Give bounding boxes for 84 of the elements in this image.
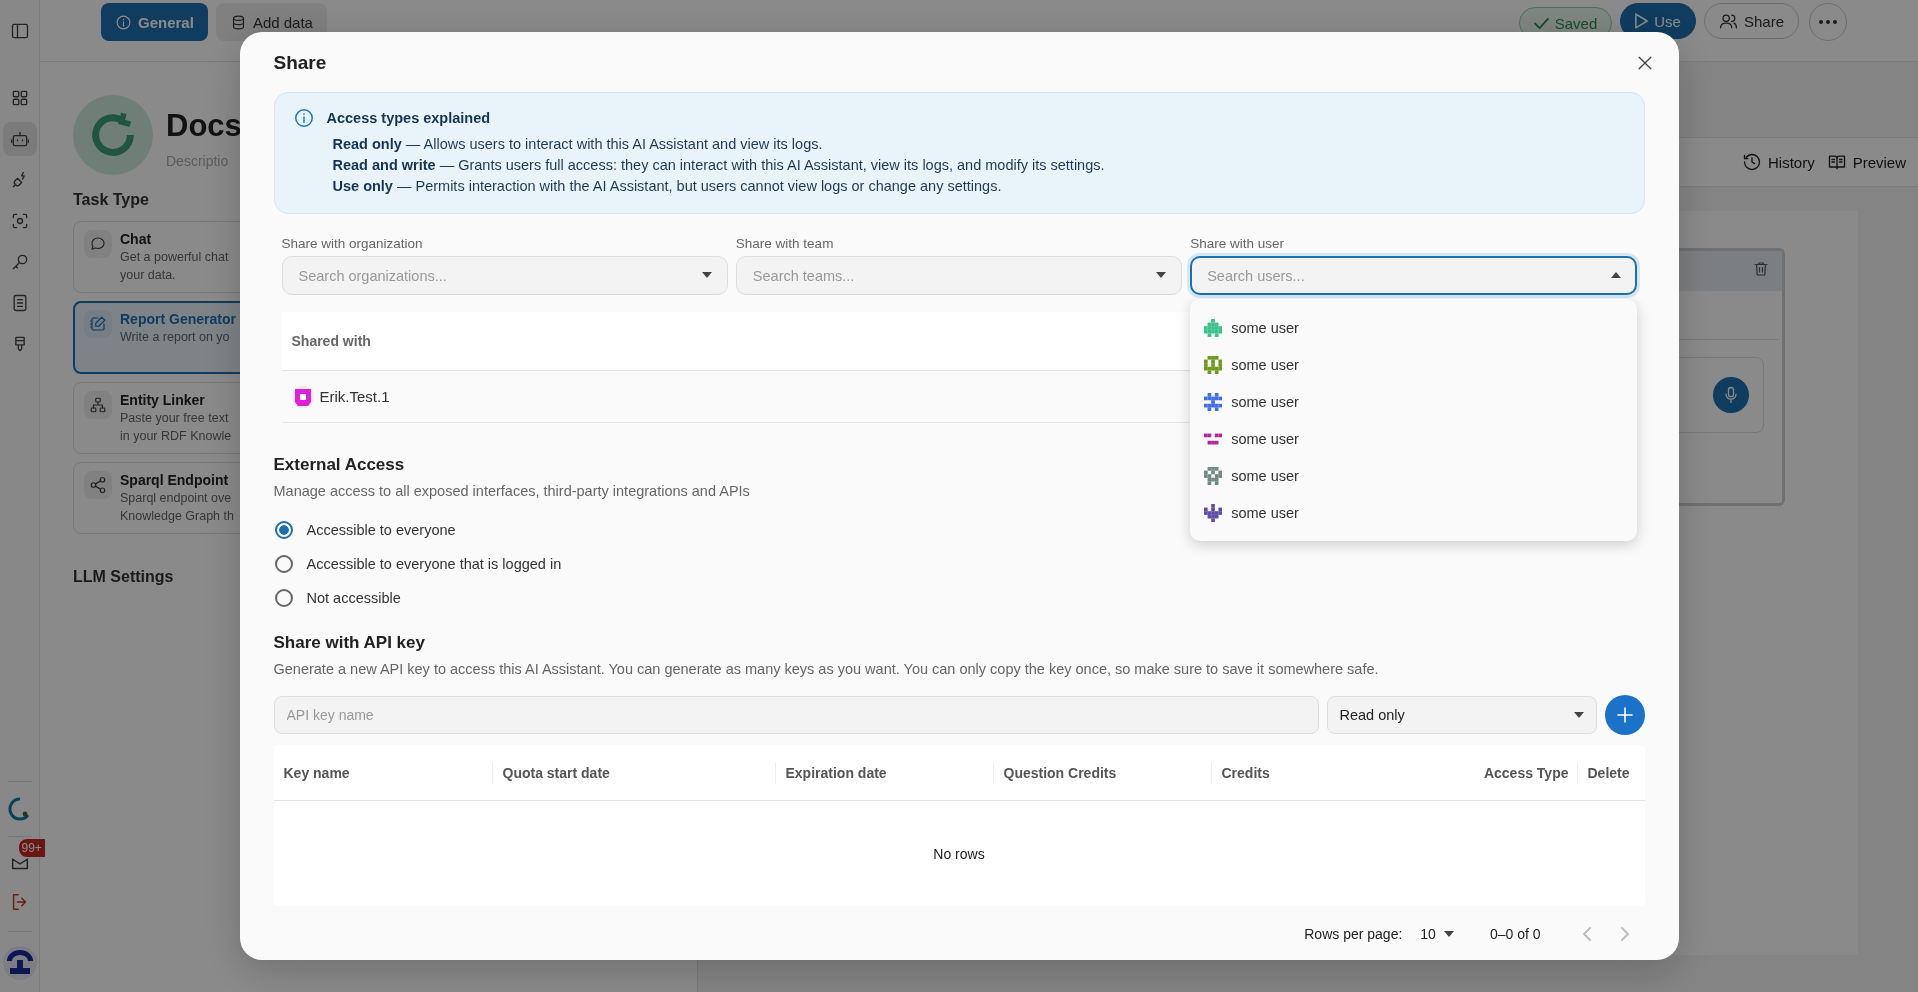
play-icon bbox=[1635, 13, 1649, 29]
access-type-select[interactable]: Read only bbox=[1326, 696, 1597, 734]
empty-message: No rows bbox=[933, 845, 985, 862]
section-title: Task Type bbox=[73, 191, 150, 209]
organization-logo-icon[interactable] bbox=[2, 946, 37, 980]
section-description: Generate a new API key to access this AI Assistant. You can generate as many keys as you want. You can only copy the key once, so make sure to save it somewhere safe. bbox=[273, 661, 1380, 677]
history-button[interactable]: History bbox=[1741, 152, 1815, 172]
section-description: Manage access to all exposed interfaces, third-party integrations and APIs bbox=[273, 483, 751, 499]
field-label: Share with organization bbox=[281, 236, 424, 251]
dialog-title: Share bbox=[273, 52, 327, 74]
radio-label: Accessible to everyone bbox=[306, 522, 456, 538]
task-title: Sparql Endpoint bbox=[120, 471, 230, 489]
user-option[interactable]: some user bbox=[1190, 383, 1637, 420]
column-header: Question Credits bbox=[992, 761, 1211, 784]
column-header: Delete bbox=[1576, 761, 1645, 784]
microphone-button[interactable] bbox=[1713, 377, 1749, 413]
task-description: Paste your free text bbox=[120, 410, 230, 427]
info-line: Read only — Allows users to interact with this AI Assistant and view its logs. bbox=[332, 135, 824, 154]
share-button[interactable]: Share bbox=[1703, 3, 1799, 39]
radio-button[interactable] bbox=[274, 555, 293, 573]
task-description: Write a report on yo bbox=[120, 329, 231, 346]
radio-option[interactable]: Accessible to everyone bbox=[273, 513, 456, 547]
user-option[interactable]: some user bbox=[1190, 420, 1637, 457]
task-description: Get a powerful chat bbox=[120, 249, 229, 266]
info-line: Read and write — Grants users full access: they can interact with this AI Assistant, view its logs, and modify its settings. bbox=[332, 156, 1106, 175]
column-header: Access Type bbox=[1482, 763, 1570, 783]
field-label: Share with user bbox=[1190, 236, 1285, 251]
info-title: Access types explained bbox=[326, 110, 491, 126]
search-field[interactable]: Search users... bbox=[1190, 256, 1637, 295]
hierarchy-icon bbox=[89, 396, 107, 414]
pagination-range: 0–0 of 0 bbox=[1489, 926, 1541, 942]
user-option[interactable]: some user bbox=[1190, 309, 1637, 346]
section-title: External Access bbox=[273, 455, 406, 475]
robot-icon bbox=[9, 129, 30, 149]
preview-button[interactable]: Preview bbox=[1826, 152, 1906, 172]
check-icon bbox=[1533, 17, 1549, 29]
user-option[interactable]: some user bbox=[1190, 494, 1637, 531]
chevron-left-icon bbox=[1582, 927, 1591, 941]
task-title: Report Generator bbox=[120, 310, 236, 328]
caret-icon bbox=[1156, 272, 1167, 278]
radio-option[interactable]: Accessible to everyone that is logged in bbox=[273, 547, 562, 581]
api-key-name-field[interactable]: API key name bbox=[273, 696, 1319, 734]
radio-option[interactable]: Not accessible bbox=[273, 581, 401, 615]
trash-icon bbox=[1752, 260, 1770, 278]
user-option[interactable]: some user bbox=[1190, 457, 1637, 494]
radio-button[interactable] bbox=[274, 521, 293, 539]
caret-icon bbox=[1610, 272, 1621, 278]
radio-button[interactable] bbox=[274, 589, 293, 607]
edit-note-icon bbox=[89, 315, 107, 333]
task-description: your data. bbox=[120, 267, 177, 284]
radio-label: Not accessible bbox=[306, 590, 401, 606]
chat-bubble-icon bbox=[89, 235, 107, 253]
info-icon bbox=[292, 107, 315, 129]
task-description: Sparql endpoint ove bbox=[120, 490, 233, 507]
rows-per-page-select[interactable]: 10 bbox=[1412, 926, 1462, 942]
rows-per-page-label: Rows per page: bbox=[1304, 926, 1403, 942]
column-header: Key name bbox=[282, 763, 351, 783]
add-button[interactable] bbox=[1604, 695, 1645, 735]
task-title: Chat bbox=[120, 230, 153, 248]
info-line: Use only — Permits interaction with the AI Assistant, but users cannot view logs or change any settings. bbox=[332, 177, 1003, 196]
radio-label: Accessible to everyone that is logged in bbox=[306, 556, 562, 572]
caret-icon bbox=[1443, 931, 1454, 937]
history-icon bbox=[1741, 152, 1762, 172]
column-header: Quota start date bbox=[491, 761, 775, 784]
column-header: Expiration date bbox=[774, 761, 993, 784]
panel-toggle-icon bbox=[9, 21, 30, 41]
task-description: in your RDF Knowle bbox=[120, 428, 232, 445]
notification-badge: 99+ bbox=[18, 839, 45, 857]
task-description: Knowledge Graph th bbox=[120, 508, 234, 525]
more-button[interactable] bbox=[1809, 3, 1847, 41]
column-header: Credits bbox=[1210, 761, 1429, 784]
info-icon bbox=[115, 13, 132, 31]
section-title: Share with API key bbox=[273, 633, 426, 653]
section-title: LLM Settings bbox=[73, 568, 175, 586]
task-title: Entity Linker bbox=[120, 391, 206, 409]
assistant-name: Docs bbox=[166, 107, 242, 145]
field-label: Share with team bbox=[735, 236, 835, 251]
caret-icon bbox=[1573, 712, 1584, 718]
chevron-right-icon bbox=[1620, 927, 1629, 941]
more-icon bbox=[1819, 20, 1837, 24]
share-nodes-icon bbox=[89, 476, 107, 494]
caret-icon bbox=[701, 272, 712, 278]
user-name: Erik.Test.1 bbox=[319, 388, 390, 405]
nav-item[interactable] bbox=[2, 122, 37, 156]
